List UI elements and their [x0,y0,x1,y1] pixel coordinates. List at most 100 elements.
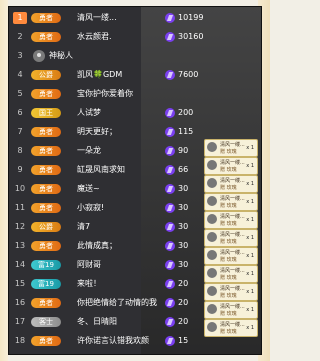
gift-ticket: 清风一缕... 赠 玫瑰 x 1 [204,265,258,283]
rank-badge: 勇者 [31,32,61,42]
rank-number: 12 [14,222,26,231]
coin-icon [165,13,175,23]
gift-count: 20 [178,298,189,307]
avatar [207,160,217,170]
gift-ticket: 清风一缕... 赠 玫瑰 x 1 [204,301,258,319]
avatar [207,304,217,314]
user-name: 阿财哥 [77,260,101,269]
ticket-line1: 清风一缕... [220,286,245,292]
ticket-multiplier: x 1 [246,145,254,151]
user-name: 你把绝情给了动情的我 [77,298,157,307]
rank-number: 4 [17,70,23,79]
ticket-multiplier: x 1 [246,235,254,241]
rank-badge: 勇者 [31,336,61,346]
ticket-line1: 清风一缕... [220,322,245,328]
coin-icon [165,222,175,232]
avatar [207,214,217,224]
user-name: 来啦！ [77,279,101,288]
user-name: 凯风🍀GDM [77,70,123,79]
ticket-multiplier: x 1 [246,325,254,331]
ticket-multiplier: x 1 [246,307,254,313]
ticket-line2: 赠 玫瑰 [220,149,237,155]
ticket-line1: 清风一缕... [220,250,245,256]
gift-count: 30160 [178,32,204,41]
ticket-line2: 赠 玫瑰 [220,293,237,299]
rank-number: 5 [17,89,23,98]
ticket-line1: 清风一缕... [220,142,245,148]
ticket-line2: 赠 玫瑰 [220,311,237,317]
leaderboard-row[interactable]: 2 勇者 水云颜君. 30160 [9,28,261,46]
rank-badge: 公爵 [31,70,61,80]
gift-ticket: 清风一缕... 赠 玫瑰 x 1 [204,193,258,211]
gift-ticket: 清风一缕... 赠 玫瑰 x 1 [204,319,258,337]
gift-ticket: 清风一缕... 赠 玫瑰 x 1 [204,211,258,229]
leaderboard-row[interactable]: 1 勇者 清风一缕... 10199 [9,9,261,27]
coin-icon [165,260,175,270]
rank-number: 14 [14,260,26,269]
rank-number: 15 [14,279,26,288]
gift-count: 90 [178,146,189,155]
rank-number: 9 [17,165,23,174]
leaderboard-row[interactable]: 4 公爵 凯风🍀GDM 7600 [9,66,261,84]
ticket-line1: 清风一缕... [220,214,245,220]
avatar [207,142,217,152]
ticket-line1: 清风一缕... [220,196,245,202]
rank-badge: 客士 [31,317,61,327]
rank-badge: 勇者 [31,165,61,175]
gift-ticket: 清风一缕... 赠 玫瑰 x 1 [204,283,258,301]
ticket-line2: 赠 玫瑰 [220,239,237,245]
user-name: 清7 [77,222,91,231]
coin-icon [165,298,175,308]
user-name: 此情成真； [77,241,117,250]
rank-badge: 勇者 [31,298,61,308]
ticket-multiplier: x 1 [246,271,254,277]
gift-count: 20 [178,317,189,326]
ticket-multiplier: x 1 [246,217,254,223]
gift-count: 20 [178,279,189,288]
coin-icon [165,146,175,156]
leaderboard-row[interactable]: 5 勇者 宝你护你爱着你 [9,85,261,103]
ticket-multiplier: x 1 [246,289,254,295]
leaderboard-row[interactable]: 3 神秘人 [9,47,261,65]
gift-ticket: 清风一缕... 赠 玫瑰 x 1 [204,175,258,193]
avatar [207,268,217,278]
rank-number: 11 [14,203,26,212]
rank-number: 17 [14,317,26,326]
ticket-line1: 清风一缕... [220,178,245,184]
avatar [207,232,217,242]
gift-count: 15 [178,336,189,345]
ticket-line2: 赠 玫瑰 [220,221,237,227]
ticket-multiplier: x 1 [246,253,254,259]
gift-count: 30 [178,260,189,269]
ticket-line1: 清风一缕... [220,232,245,238]
user-name: 缸晟风南求知 [77,165,125,174]
gift-count: 7600 [178,70,199,79]
rank-badge: 勇者 [31,203,61,213]
coin-icon [165,279,175,289]
gift-count: 115 [178,127,194,136]
gift-count: 200 [178,108,194,117]
rank-badge: 富19 [31,260,61,270]
left-decoration [0,0,8,361]
rank-number: 2 [17,32,23,41]
rank-badge: 勇者 [31,146,61,156]
gift-ticket: 清风一缕... 赠 玫瑰 x 1 [204,229,258,247]
leaderboard-row[interactable]: 6 国王 人试梦 200 [9,104,261,122]
mystery-user-icon [33,50,45,62]
ticket-line1: 清风一缕... [220,268,245,274]
avatar [207,250,217,260]
ticket-line2: 赠 玫瑰 [220,185,237,191]
user-name: 许你诺言认错我欢颜 [77,336,149,345]
rank-number: 13 [14,241,26,250]
coin-icon [165,127,175,137]
rank-badge: 勇者 [31,89,61,99]
gift-ticket: 清风一缕... 赠 玫瑰 x 1 [204,157,258,175]
rank-number: 10 [14,184,26,193]
coin-icon [165,70,175,80]
rank-badge: 勇者 [31,241,61,251]
gift-count: 30 [178,241,189,250]
coin-icon [165,317,175,327]
ticket-multiplier: x 1 [246,163,254,169]
rank-number: 3 [17,51,23,60]
user-name: 魔送~ [77,184,100,193]
